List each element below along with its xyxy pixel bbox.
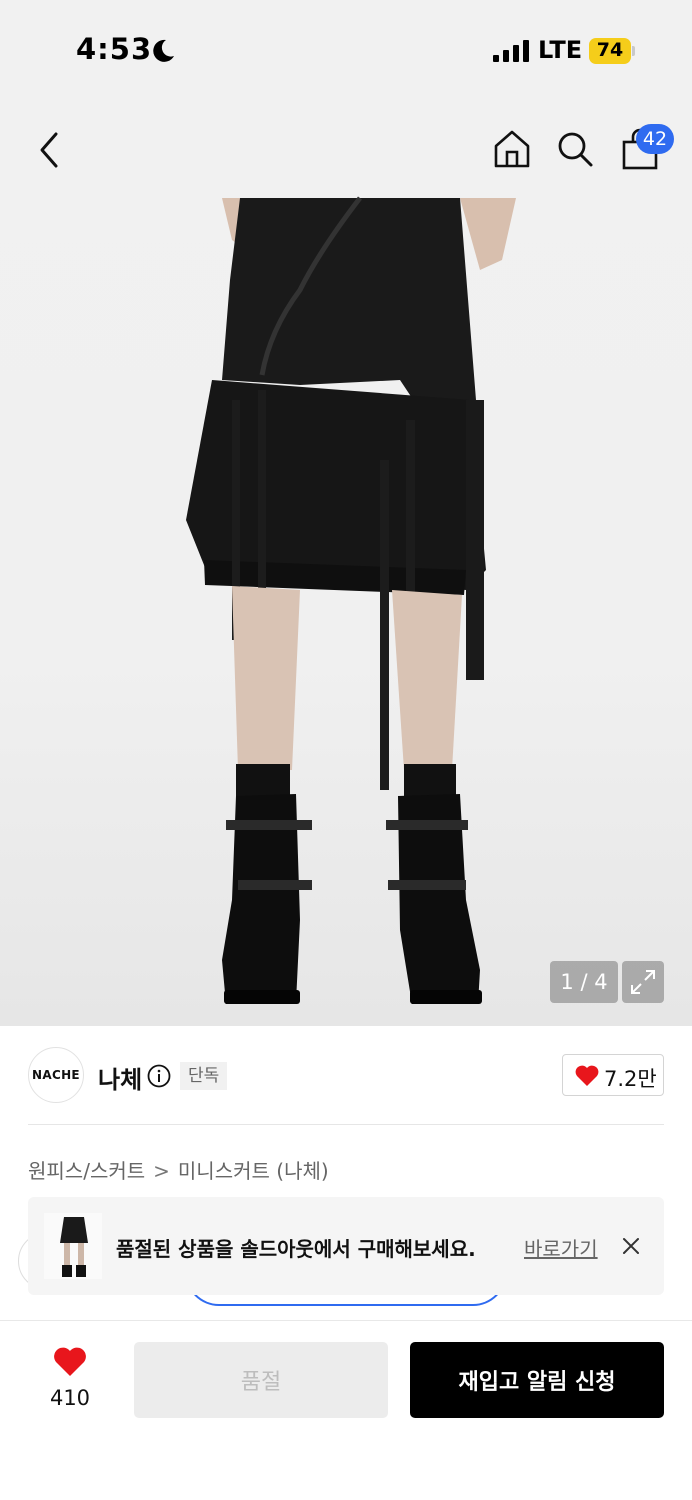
signal-icon — [493, 40, 529, 62]
breadcrumb: 원피스/스커트 > 미니스커트 (나체) — [28, 1155, 329, 1184]
soldout-banner[interactable]: 품절된 상품을 솔드아웃에서 구매해보세요. 바로가기 — [28, 1197, 664, 1295]
soldout-button[interactable]: 품절 — [134, 1342, 388, 1418]
breadcrumb-separator: > — [153, 1159, 170, 1183]
status-bar: 4:53 LTE 74 — [0, 0, 692, 100]
cart-count-badge: 42 — [636, 124, 674, 154]
page-indicator: 1 / 4 — [550, 961, 618, 1003]
status-time: 4:53 — [76, 32, 153, 66]
banner-go-link[interactable]: 바로가기 — [524, 1233, 598, 1262]
moon-icon — [153, 39, 174, 62]
brand-name[interactable]: 나체 — [98, 1060, 142, 1095]
banner-thumbnail — [44, 1213, 102, 1279]
network-label: LTE — [538, 36, 583, 64]
brand-like-button[interactable]: 7.2만 — [562, 1054, 664, 1096]
close-icon[interactable] — [620, 1235, 642, 1257]
heart-icon — [575, 1065, 599, 1086]
product-photo — [186, 196, 516, 1004]
wishlist-count: 410 — [49, 1386, 91, 1410]
search-icon[interactable] — [556, 130, 594, 168]
breadcrumb-current[interactable]: 미니스커트 (나체) — [178, 1159, 329, 1183]
restock-alert-button[interactable]: 재입고 알림 신청 — [410, 1342, 664, 1418]
banner-text: 품절된 상품을 솔드아웃에서 구매해보세요. — [116, 1237, 476, 1261]
back-icon[interactable] — [36, 130, 64, 170]
divider — [28, 1124, 664, 1125]
battery-indicator: 74 — [589, 38, 635, 64]
brand-like-count: 7.2만 — [604, 1067, 657, 1091]
product-image[interactable] — [0, 100, 692, 1026]
wishlist-heart-icon[interactable] — [52, 1346, 88, 1378]
brand-logo[interactable]: NACHE — [28, 1047, 84, 1103]
expand-button[interactable] — [622, 961, 664, 1003]
exclusive-badge: 단독 — [180, 1062, 228, 1090]
expand-icon — [631, 970, 655, 994]
battery-level: 74 — [596, 39, 624, 61]
info-icon[interactable] — [147, 1064, 171, 1088]
breadcrumb-category[interactable]: 원피스/스커트 — [28, 1159, 145, 1183]
home-icon[interactable] — [492, 128, 532, 170]
